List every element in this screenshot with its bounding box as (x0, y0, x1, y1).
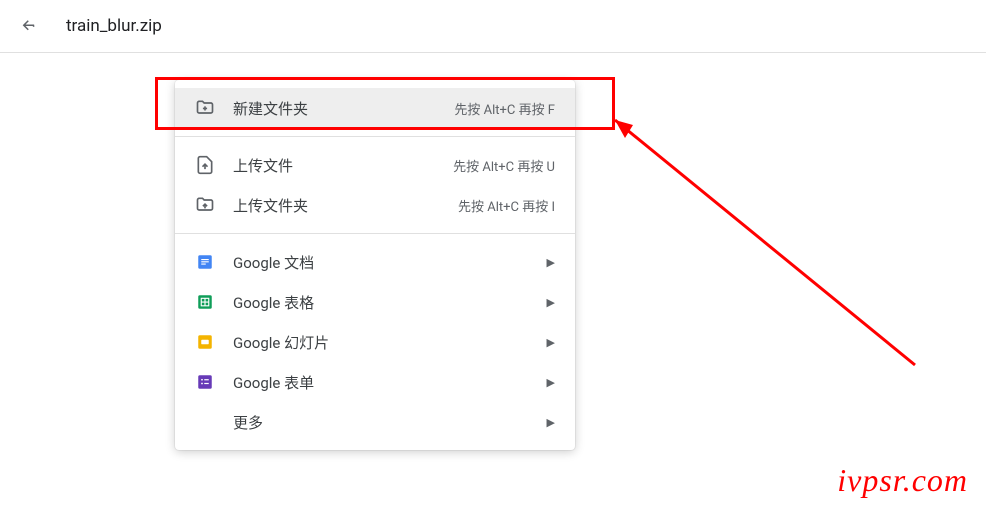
google-docs-icon (195, 252, 215, 272)
menu-divider (175, 136, 575, 137)
menu-label: Google 表格 (233, 292, 529, 313)
menu-label: 更多 (233, 412, 529, 433)
context-menu: 新建文件夹 先按 Alt+C 再按 F 上传文件 先按 Alt+C 再按 U 上… (175, 80, 575, 450)
google-forms-icon (195, 372, 215, 392)
menu-shortcut: 先按 Alt+C 再按 U (453, 156, 555, 175)
upload-file-icon (195, 155, 215, 175)
upload-folder-icon (195, 195, 215, 215)
annotation-arrow (555, 90, 935, 380)
submenu-arrow-icon: ▶ (547, 416, 555, 429)
menu-divider (175, 233, 575, 234)
menu-item-more[interactable]: 更多 ▶ (175, 402, 575, 442)
submenu-arrow-icon: ▶ (547, 296, 555, 309)
menu-shortcut: 先按 Alt+C 再按 F (454, 99, 555, 118)
submenu-arrow-icon: ▶ (547, 376, 555, 389)
menu-item-google-sheets[interactable]: Google 表格 ▶ (175, 282, 575, 322)
menu-label: 新建文件夹 (233, 98, 436, 119)
menu-label: 上传文件 (233, 155, 435, 176)
menu-item-google-forms[interactable]: Google 表单 ▶ (175, 362, 575, 402)
submenu-arrow-icon: ▶ (547, 256, 555, 269)
menu-label: Google 幻灯片 (233, 332, 529, 353)
topbar: train_blur.zip (0, 0, 986, 53)
menu-label: 上传文件夹 (233, 195, 440, 216)
menu-item-upload-folder[interactable]: 上传文件夹 先按 Alt+C 再按 I (175, 185, 575, 225)
watermark: ivpsr.com (837, 462, 968, 499)
menu-item-upload-file[interactable]: 上传文件 先按 Alt+C 再按 U (175, 145, 575, 185)
menu-item-new-folder[interactable]: 新建文件夹 先按 Alt+C 再按 F (175, 88, 575, 128)
menu-item-google-slides[interactable]: Google 幻灯片 ▶ (175, 322, 575, 362)
menu-label: Google 文档 (233, 252, 529, 273)
google-sheets-icon (195, 292, 215, 312)
google-slides-icon (195, 332, 215, 352)
menu-shortcut: 先按 Alt+C 再按 I (458, 196, 555, 215)
menu-item-google-docs[interactable]: Google 文档 ▶ (175, 242, 575, 282)
submenu-arrow-icon: ▶ (547, 336, 555, 349)
new-folder-icon (195, 98, 215, 118)
back-icon[interactable] (20, 17, 38, 35)
filename: train_blur.zip (66, 16, 162, 36)
menu-label: Google 表单 (233, 372, 529, 393)
